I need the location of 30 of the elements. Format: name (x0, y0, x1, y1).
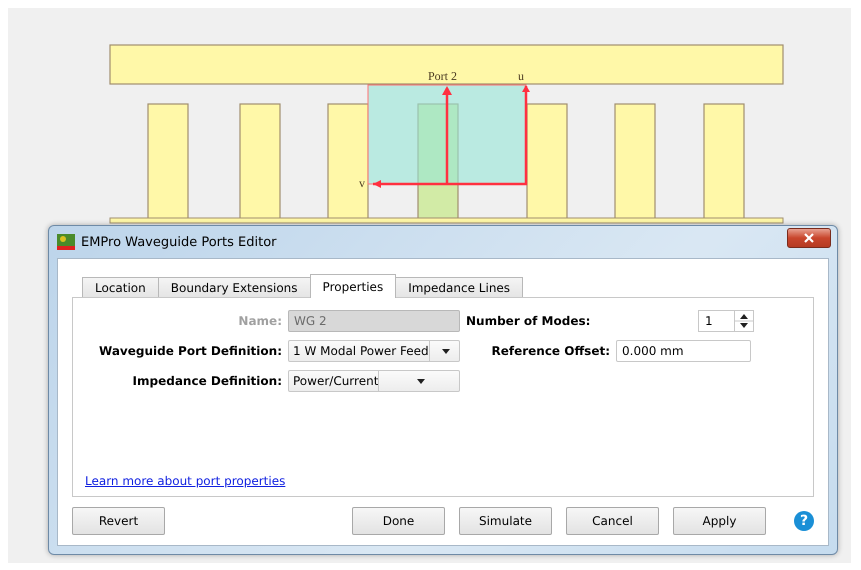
field-label: Name: (237, 314, 282, 328)
close-icon (804, 233, 814, 243)
window-title: EMPro Waveguide Ports Editor (81, 234, 278, 250)
port-definition-dropdown[interactable]: 1 W Modal Power Feed (288, 340, 460, 362)
axis-label: v (359, 176, 365, 190)
impedance-dropdown[interactable]: Power/Current (288, 370, 460, 392)
field-label: Waveguide Port Definition: (98, 344, 282, 358)
field-label: Impedance Definition: (132, 374, 282, 388)
dialog-button[interactable]: Done (352, 507, 445, 535)
help-link[interactable]: Learn more about port properties (85, 474, 286, 488)
spin-arrows-icon (734, 311, 753, 331)
close-button[interactable] (787, 228, 831, 248)
app-logo-icon (57, 234, 75, 250)
field-label: Number of Modes: (466, 314, 592, 328)
dialog-button[interactable]: Apply (673, 507, 766, 535)
caret-icon (417, 378, 426, 384)
dialog-button[interactable]: Cancel (566, 507, 659, 535)
tab[interactable]: Boundary Extensions (158, 277, 311, 297)
field-label: Reference Offset: (490, 344, 610, 358)
axis-label: u (518, 69, 524, 83)
tab[interactable]: Location (82, 277, 159, 297)
offset-field[interactable]: 0.000 mm (616, 340, 751, 362)
port-label: Port 2 (428, 69, 458, 83)
tab[interactable]: Impedance Lines (395, 277, 524, 297)
modes-spinbox[interactable]: 1 (698, 310, 754, 332)
tab[interactable]: Properties (310, 274, 396, 298)
help-button[interactable]: ? (794, 511, 814, 531)
caret-icon (442, 348, 450, 354)
dialog-button[interactable]: Revert (72, 507, 165, 535)
dialog-button[interactable]: Simulate (459, 507, 552, 535)
